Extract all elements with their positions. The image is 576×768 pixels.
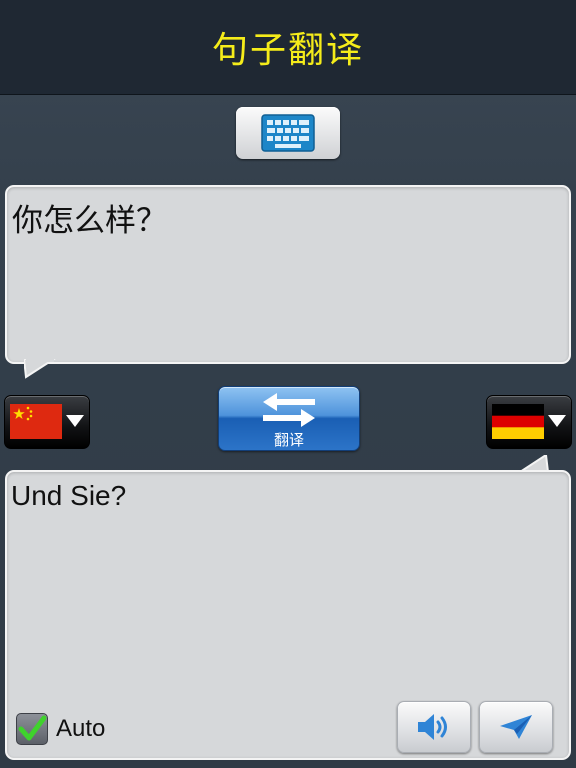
auto-label: Auto [56,715,106,742]
swap-arrows-icon [263,393,315,427]
china-flag [10,404,62,439]
auto-option[interactable]: Auto [16,711,105,747]
speak-button[interactable] [397,701,471,753]
chevron-down-icon [66,415,84,427]
chevron-down-icon [548,415,566,427]
send-button[interactable] [479,701,553,753]
checkmark-icon [18,715,47,741]
source-bubble-tail [24,359,56,379]
source-text-box[interactable]: 你怎么样？ [5,185,571,364]
germany-flag [492,404,544,439]
keyboard-icon [261,114,315,152]
translate-button-label: 翻译 [273,431,304,449]
title-bar: 句子翻译 [0,0,576,95]
speaker-icon [418,714,447,740]
page-title: 句子翻译 [211,30,364,71]
send-icon [500,715,532,739]
target-language-button[interactable] [486,395,572,449]
source-text: 你怎么样？ [12,203,167,239]
auto-checkbox[interactable] [16,713,48,745]
translate-button[interactable]: 翻译 [218,386,360,451]
keyboard-button[interactable] [236,107,340,159]
source-language-button[interactable] [4,395,90,449]
translation-text: Und Sie? [11,480,127,511]
